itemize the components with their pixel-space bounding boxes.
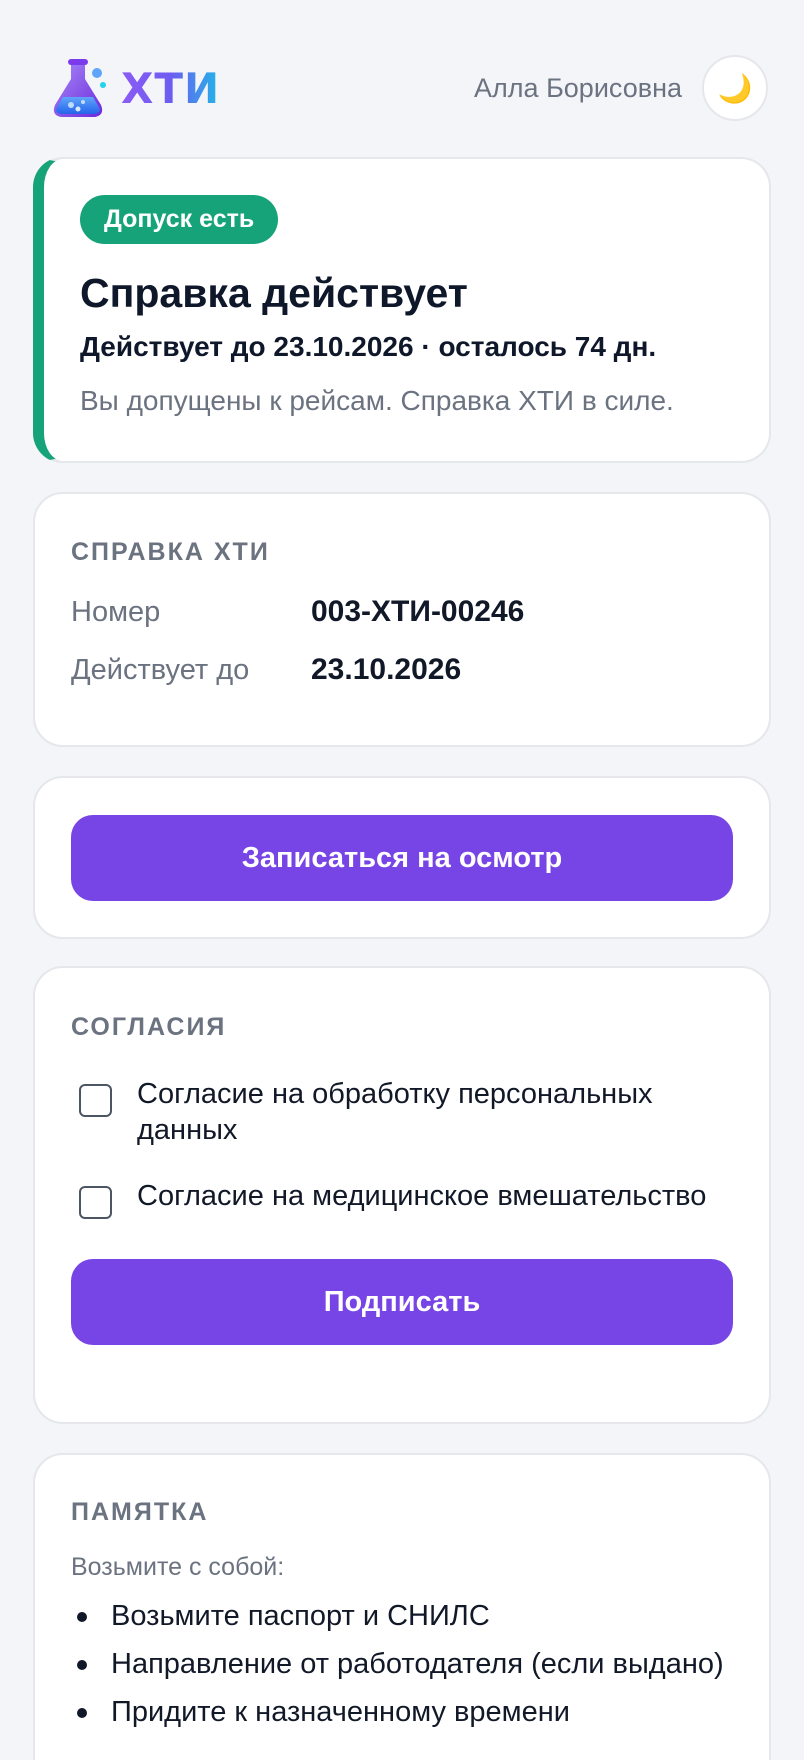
memo-subtitle: Возьмите с собой: xyxy=(71,1553,285,1581)
consents-section-title: СОГЛАСИЯ xyxy=(71,1013,227,1041)
certificate-valid-label: Действует до xyxy=(71,653,250,686)
certificate-section-title: СПРАВКА ХТИ xyxy=(71,538,270,566)
theme-toggle-button[interactable]: 🌙 xyxy=(702,55,768,121)
consent-personal-data-checkbox[interactable] xyxy=(79,1084,112,1117)
consent-personal-data-label: Согласие на обработку персональных данны… xyxy=(137,1078,653,1146)
flask-logo-icon xyxy=(53,59,106,117)
memo-item: Возьмите паспорт и СНИЛС xyxy=(71,1598,733,1634)
memo-card: ПАМЯТКА Возьмите с собой: Возьмите паспо… xyxy=(33,1453,771,1760)
consent-medical-label: Согласие на медицинское вмешательство xyxy=(137,1180,707,1212)
certificate-valid-value: 23.10.2026 xyxy=(311,653,462,686)
memo-item: Придите к назначенному времени xyxy=(71,1694,733,1730)
certificate-number-value: 003-ХТИ-00246 xyxy=(311,595,525,628)
certificate-card: СПРАВКА ХТИ Номер 003-ХТИ-00246 Действуе… xyxy=(33,492,771,747)
consent-personal-data[interactable]: Согласие на обработку персональных данны… xyxy=(71,1076,733,1148)
app-header: ХТИ Алла Борисовна 🌙 xyxy=(45,52,768,124)
certificate-number-label: Номер xyxy=(71,595,161,628)
user-name: Алла Борисовна xyxy=(474,72,682,103)
certificate-number-row: Номер 003-ХТИ-00246 xyxy=(71,595,733,629)
memo-item: Направление от работодателя (если выдано… xyxy=(71,1646,733,1682)
sign-button[interactable]: Подписать xyxy=(71,1259,733,1345)
status-valid-until: Действует до 23.10.2026 · осталось 74 дн… xyxy=(80,331,657,362)
logo-text: ХТИ xyxy=(121,63,221,113)
appointment-card: Записаться на осмотр xyxy=(33,776,771,939)
book-examination-button[interactable]: Записаться на осмотр xyxy=(71,815,733,901)
status-card: Допуск есть Справка действует Действует … xyxy=(33,157,771,463)
status-note: Вы допущены к рейсам. Справка ХТИ в силе… xyxy=(80,385,674,416)
status-title: Справка действует xyxy=(80,270,468,316)
status-badge: Допуск есть xyxy=(80,195,279,244)
certificate-valid-row: Действует до 23.10.2026 xyxy=(71,653,733,687)
moon-icon: 🌙 xyxy=(717,72,753,104)
memo-list: Возьмите паспорт и СНИЛС Направление от … xyxy=(71,1598,733,1730)
header-user-area: Алла Борисовна 🌙 xyxy=(474,55,768,121)
consents-card: СОГЛАСИЯ Согласие на обработку персональ… xyxy=(33,966,771,1424)
consent-medical-checkbox[interactable] xyxy=(79,1186,112,1219)
logo[interactable]: ХТИ xyxy=(45,55,220,121)
memo-section-title: ПАМЯТКА xyxy=(71,1498,209,1526)
consent-medical[interactable]: Согласие на медицинское вмешательство xyxy=(71,1178,733,1219)
